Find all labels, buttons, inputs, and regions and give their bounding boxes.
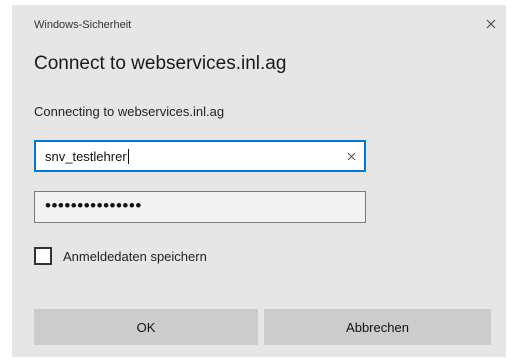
credential-dialog: Windows-Sicherheit Connect to webservice… xyxy=(12,5,506,357)
clear-icon xyxy=(347,152,355,160)
clear-username-button[interactable] xyxy=(344,149,358,163)
close-icon xyxy=(486,19,496,29)
remember-credentials-label[interactable]: Anmeldedaten speichern xyxy=(63,249,207,264)
dialog-subtext: Connecting to webservices.inl.ag xyxy=(34,104,225,119)
window-title: Windows-Sicherheit xyxy=(34,19,132,31)
ok-button[interactable]: OK xyxy=(34,309,258,345)
close-button[interactable] xyxy=(483,16,499,32)
username-field[interactable]: snv_testlehrer xyxy=(34,140,366,172)
username-value: snv_testlehrer xyxy=(45,149,127,164)
remember-credentials-row[interactable]: Anmeldedaten speichern xyxy=(34,246,207,266)
remember-credentials-checkbox[interactable] xyxy=(34,247,52,265)
cancel-button[interactable]: Abbrechen xyxy=(264,309,491,345)
password-field[interactable]: ••••••••••••••• xyxy=(34,191,366,223)
text-caret xyxy=(127,149,129,164)
password-value: ••••••••••••••• xyxy=(45,196,142,215)
username-value-wrap: snv_testlehrer xyxy=(45,149,129,164)
dialog-heading: Connect to webservices.inl.ag xyxy=(34,53,287,74)
